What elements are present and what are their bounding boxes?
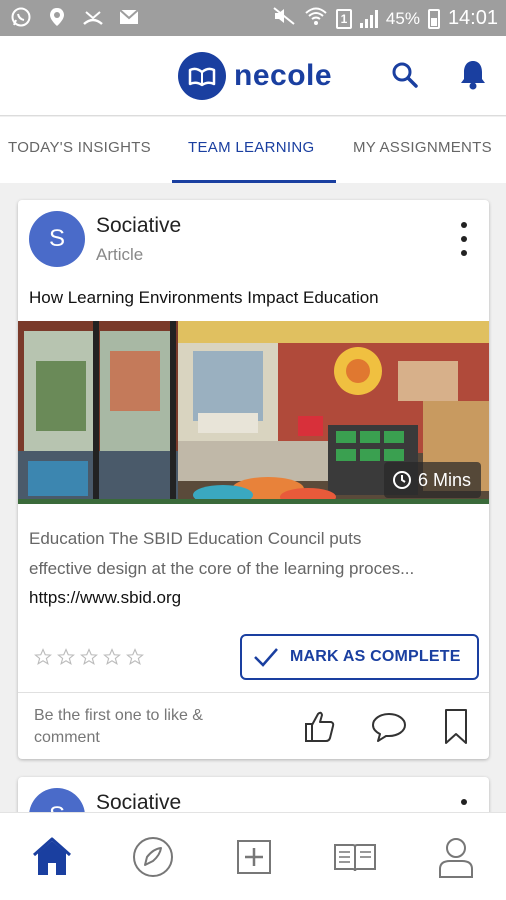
tab-team-learning[interactable]: TEAM LEARNING xyxy=(188,117,314,183)
star-icon[interactable] xyxy=(126,648,144,666)
profile-icon[interactable] xyxy=(434,835,478,879)
logo: necole xyxy=(178,52,332,100)
star-icon[interactable] xyxy=(57,648,75,666)
divider xyxy=(18,692,489,693)
system-icons: 1 45% 14:01 xyxy=(272,6,498,31)
bottom-navigation xyxy=(0,812,506,900)
card-source: Sociative xyxy=(96,214,182,237)
status-bar: 1 45% 14:01 xyxy=(0,0,506,36)
description-line-2: effective design at the core of the lear… xyxy=(29,559,415,578)
card-description: Education The SBID Education Council put… xyxy=(29,524,481,584)
duration-text: 6 Mins xyxy=(417,469,471,490)
star-icon[interactable] xyxy=(34,648,52,666)
book-icon[interactable] xyxy=(333,835,377,879)
tab-my-assignments[interactable]: MY ASSIGNMENTS xyxy=(353,117,492,183)
engagement-text: Be the first one to like & comment xyxy=(34,707,203,746)
battery-icon xyxy=(427,8,440,29)
mute-icon xyxy=(272,6,296,31)
app-header: necole xyxy=(0,36,506,116)
clock-icon xyxy=(392,471,411,489)
sim-indicator: 1 xyxy=(335,8,352,29)
thumbs-up-icon[interactable] xyxy=(302,708,338,744)
signal-icon xyxy=(359,9,378,28)
description-line-1: Education The SBID Education Council put… xyxy=(29,529,362,548)
duration-badge: 6 Mins xyxy=(383,462,481,498)
bell-icon[interactable] xyxy=(458,58,488,90)
whatsapp-icon xyxy=(10,6,32,28)
more-options-icon[interactable] xyxy=(459,222,469,256)
comment-icon[interactable] xyxy=(370,710,408,744)
mail-icon xyxy=(118,6,140,28)
article-image[interactable]: 6 Mins xyxy=(18,321,489,504)
star-icon[interactable] xyxy=(80,648,98,666)
missed-call-icon xyxy=(82,6,104,28)
logo-text: necole xyxy=(234,59,333,92)
home-icon[interactable] xyxy=(30,835,74,879)
tab-todays-insights[interactable]: TODAY'S INSIGHTS xyxy=(8,117,151,183)
mark-as-complete-label: MARK AS COMPLETE xyxy=(290,648,461,665)
compass-icon[interactable] xyxy=(131,835,175,879)
card-type: Article xyxy=(96,245,144,264)
checkmark-icon xyxy=(254,648,278,667)
article-card[interactable]: S Sociative Article How Learning Environ… xyxy=(18,200,489,759)
star-rating[interactable] xyxy=(34,648,144,666)
add-icon[interactable] xyxy=(232,835,276,879)
article-link[interactable]: https://www.sbid.org xyxy=(29,588,181,608)
wifi-icon xyxy=(304,6,328,31)
tab-bar: TODAY'S INSIGHTS TEAM LEARNING MY ASSIGN… xyxy=(0,117,506,183)
map-pin-icon xyxy=(46,6,68,28)
open-book-icon xyxy=(178,52,226,100)
avatar: S xyxy=(29,211,85,267)
battery-percent: 45% xyxy=(385,8,420,28)
notification-icons xyxy=(10,6,140,28)
search-icon[interactable] xyxy=(390,60,420,90)
clock: 14:01 xyxy=(447,7,498,29)
bookmark-icon[interactable] xyxy=(442,708,470,746)
star-icon[interactable] xyxy=(103,648,121,666)
mark-as-complete-button[interactable]: MARK AS COMPLETE xyxy=(240,634,479,680)
active-tab-indicator xyxy=(172,180,336,183)
card-title[interactable]: How Learning Environments Impact Educati… xyxy=(29,288,379,308)
